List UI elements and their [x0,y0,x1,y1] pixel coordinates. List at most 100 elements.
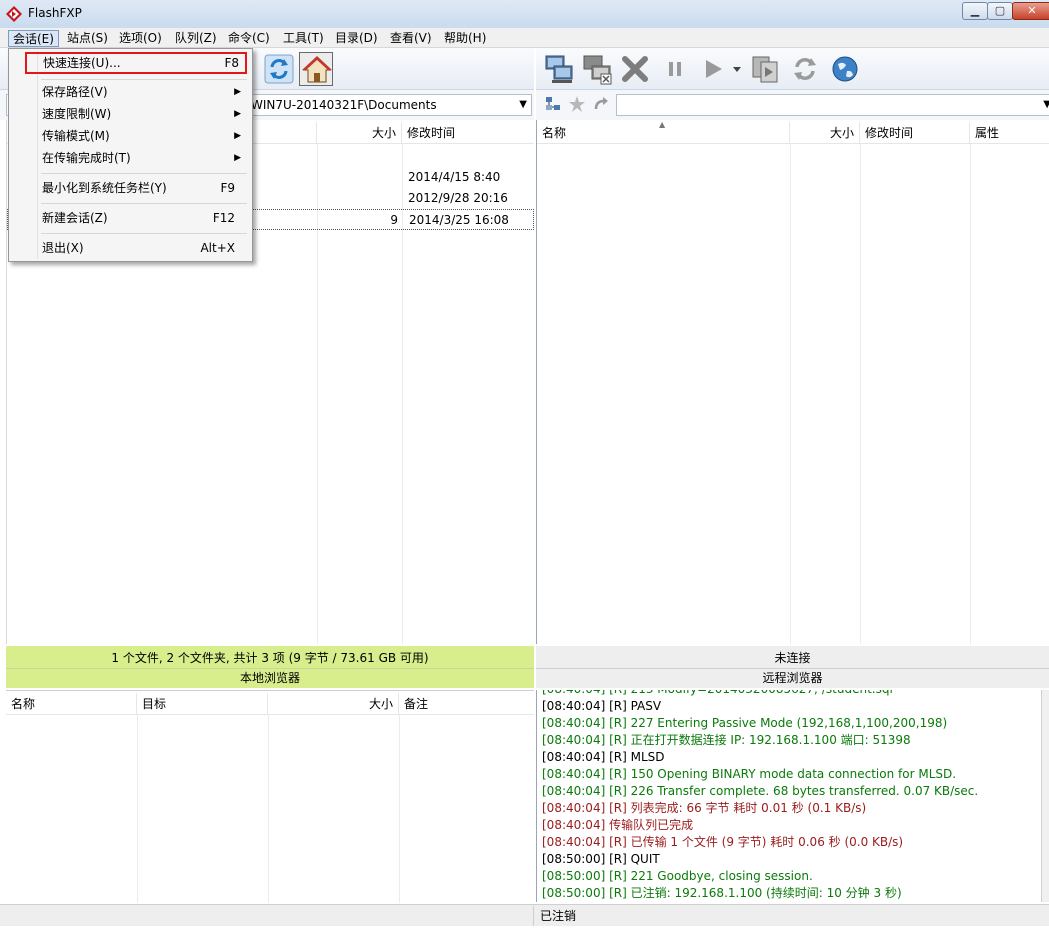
log-line: [08:50:00] [R] 221 Goodbye, closing sess… [542,869,813,883]
menu-item-label: 快速连接(U)... [43,56,121,70]
menu-save-path[interactable]: 保存路径(V) ▶ [12,82,249,102]
menu-directory[interactable]: 目录(D) [331,30,382,47]
bottom-status-bar: 已注销 [0,904,1049,926]
remote-col-size[interactable]: 大小 [790,122,860,144]
play-icon[interactable] [696,52,730,86]
log-line: [08:40:04] [R] 150 Opening BINARY mode d… [542,767,957,781]
session-log[interactable]: [08:40:04] [R] 213 Modify=20140320085627… [536,690,1041,902]
log-line: [08:50:00] [R] QUIT [542,852,660,866]
local-path-text: WIN7U-20140321F\Documents [251,98,437,112]
menu-on-complete[interactable]: 在传输完成时(T) ▶ [12,148,249,168]
column-divider [399,715,400,903]
abort-icon[interactable] [618,52,652,86]
refresh-icon[interactable] [262,52,296,86]
menu-separator [41,203,247,204]
up-folder-icon[interactable] [592,95,610,113]
menu-options[interactable]: 选项(O) [115,30,166,47]
star-icon[interactable] [568,95,586,113]
column-divider [970,144,971,644]
menu-view[interactable]: 查看(V) [386,30,436,47]
menu-sites[interactable]: 站点(S) [63,30,112,47]
submenu-arrow-icon: ▶ [234,131,241,141]
menu-item-label: 新建会话(Z) [42,211,108,225]
local-browser-label: 本地浏览器 [6,668,534,686]
column-divider [790,144,791,644]
remote-toolbar [536,48,1049,90]
menu-separator [41,233,247,234]
remote-file-list[interactable]: 名称 大小 修改时间 属性 ▲ [536,120,1049,644]
sort-ascending-icon: ▲ [659,120,666,129]
row-size: 9 [390,213,398,227]
menu-item-label: 保存路径(V) [42,85,108,99]
disconnect-icon[interactable] [580,52,614,86]
menu-session[interactable]: 会话(E) [8,30,59,47]
local-col-size[interactable]: 大小 [317,122,402,144]
menu-item-label: 速度限制(W) [42,107,112,121]
submenu-arrow-icon: ▶ [234,87,241,97]
queue-col-size[interactable]: 大小 [268,693,399,715]
menu-speed-limit[interactable]: 速度限制(W) ▶ [12,104,249,124]
window-title: FlashFXP [28,6,82,20]
menu-quick-connect[interactable]: 快速连接(U)... F8 [25,52,247,74]
chevron-down-icon[interactable]: ▼ [519,95,527,115]
row-modified: 2014/4/15 8:40 [408,170,501,184]
menu-transfer-mode[interactable]: 传输模式(M) ▶ [12,126,249,146]
close-button[interactable]: ✕ [1012,2,1049,20]
column-divider [268,715,269,903]
minimize-button[interactable]: ▁ [962,2,988,20]
menu-minimize-tray[interactable]: 最小化到系统任务栏(Y) F9 [12,178,249,198]
menu-queue[interactable]: 队列(Z) [171,30,221,47]
status-cell-left [6,906,534,926]
connection-status: 已注销 [540,909,577,923]
menu-item-label: 传输模式(M) [42,129,110,143]
submenu-arrow-icon: ▶ [234,153,241,163]
menu-item-shortcut: Alt+X [200,241,235,255]
submenu-arrow-icon: ▶ [234,109,241,119]
remote-path-combo[interactable]: ▼ [616,94,1049,116]
queue-header: 名称 目标 大小 备注 [6,693,534,715]
title-bar: FlashFXP ▁ ▢ ✕ [0,0,1049,28]
menu-item-shortcut: F12 [212,211,235,225]
chevron-down-icon[interactable]: ▼ [1043,95,1049,115]
menu-new-session[interactable]: 新建会话(Z) F12 [12,208,249,228]
queue-col-target[interactable]: 目标 [137,693,268,715]
queue-col-name[interactable]: 名称 [6,693,137,715]
pause-icon[interactable] [658,52,692,86]
menu-help[interactable]: 帮助(H) [440,30,490,47]
remote-status-bar: 未连接 远程浏览器 [536,646,1049,688]
menu-separator [41,173,247,174]
log-line: [08:50:00] [R] 已注销: 192.168.1.100 (持续时间:… [542,886,902,900]
local-col-modified[interactable]: 修改时间 [402,122,534,144]
flashfxp-logo-icon [6,6,22,22]
menu-commands[interactable]: 命令(C) [224,30,274,47]
local-status-summary: 1 个文件, 2 个文件夹, 共计 3 项 (9 字节 / 73.61 GB 可… [111,651,429,665]
log-line: [08:40:04] [R] PASV [542,699,662,713]
remote-browser-label: 远程浏览器 [536,668,1049,686]
menu-item-label: 最小化到系统任务栏(Y) [42,181,167,195]
connect-icon[interactable] [542,52,576,86]
remote-col-attr[interactable]: 属性 [970,122,1049,144]
local-status-bar: 1 个文件, 2 个文件夹, 共计 3 项 (9 字节 / 73.61 GB 可… [6,646,534,688]
remote-col-modified[interactable]: 修改时间 [860,122,970,144]
remote-path-bar: ▼ [536,90,1049,120]
maximize-button[interactable]: ▢ [987,2,1013,20]
transfer-queue[interactable]: 名称 目标 大小 备注 [6,690,534,903]
log-line: [08:40:04] 传输队列已完成 [542,818,694,832]
remote-status-summary: 未连接 [774,651,811,665]
play-dropdown-icon[interactable] [730,52,744,86]
remote-header: 名称 大小 修改时间 属性 [537,122,1049,144]
column-divider [860,144,861,644]
log-line: [08:40:04] [R] MLSD [542,750,665,764]
queue-col-note[interactable]: 备注 [399,693,533,715]
session-dropdown-menu: 快速连接(U)... F8 保存路径(V) ▶ 速度限制(W) ▶ 传输模式(M… [8,48,253,262]
menu-exit[interactable]: 退出(X) Alt+X [12,238,249,258]
globe-icon[interactable] [828,52,862,86]
menu-tools[interactable]: 工具(T) [279,30,328,47]
transfer-icon[interactable] [748,52,782,86]
sync-icon[interactable] [788,52,822,86]
menu-item-shortcut: F8 [224,56,239,70]
home-icon[interactable] [299,52,333,86]
log-scrollbar[interactable] [1041,690,1049,902]
site-tree-icon[interactable] [544,95,562,113]
menu-separator [41,79,247,80]
